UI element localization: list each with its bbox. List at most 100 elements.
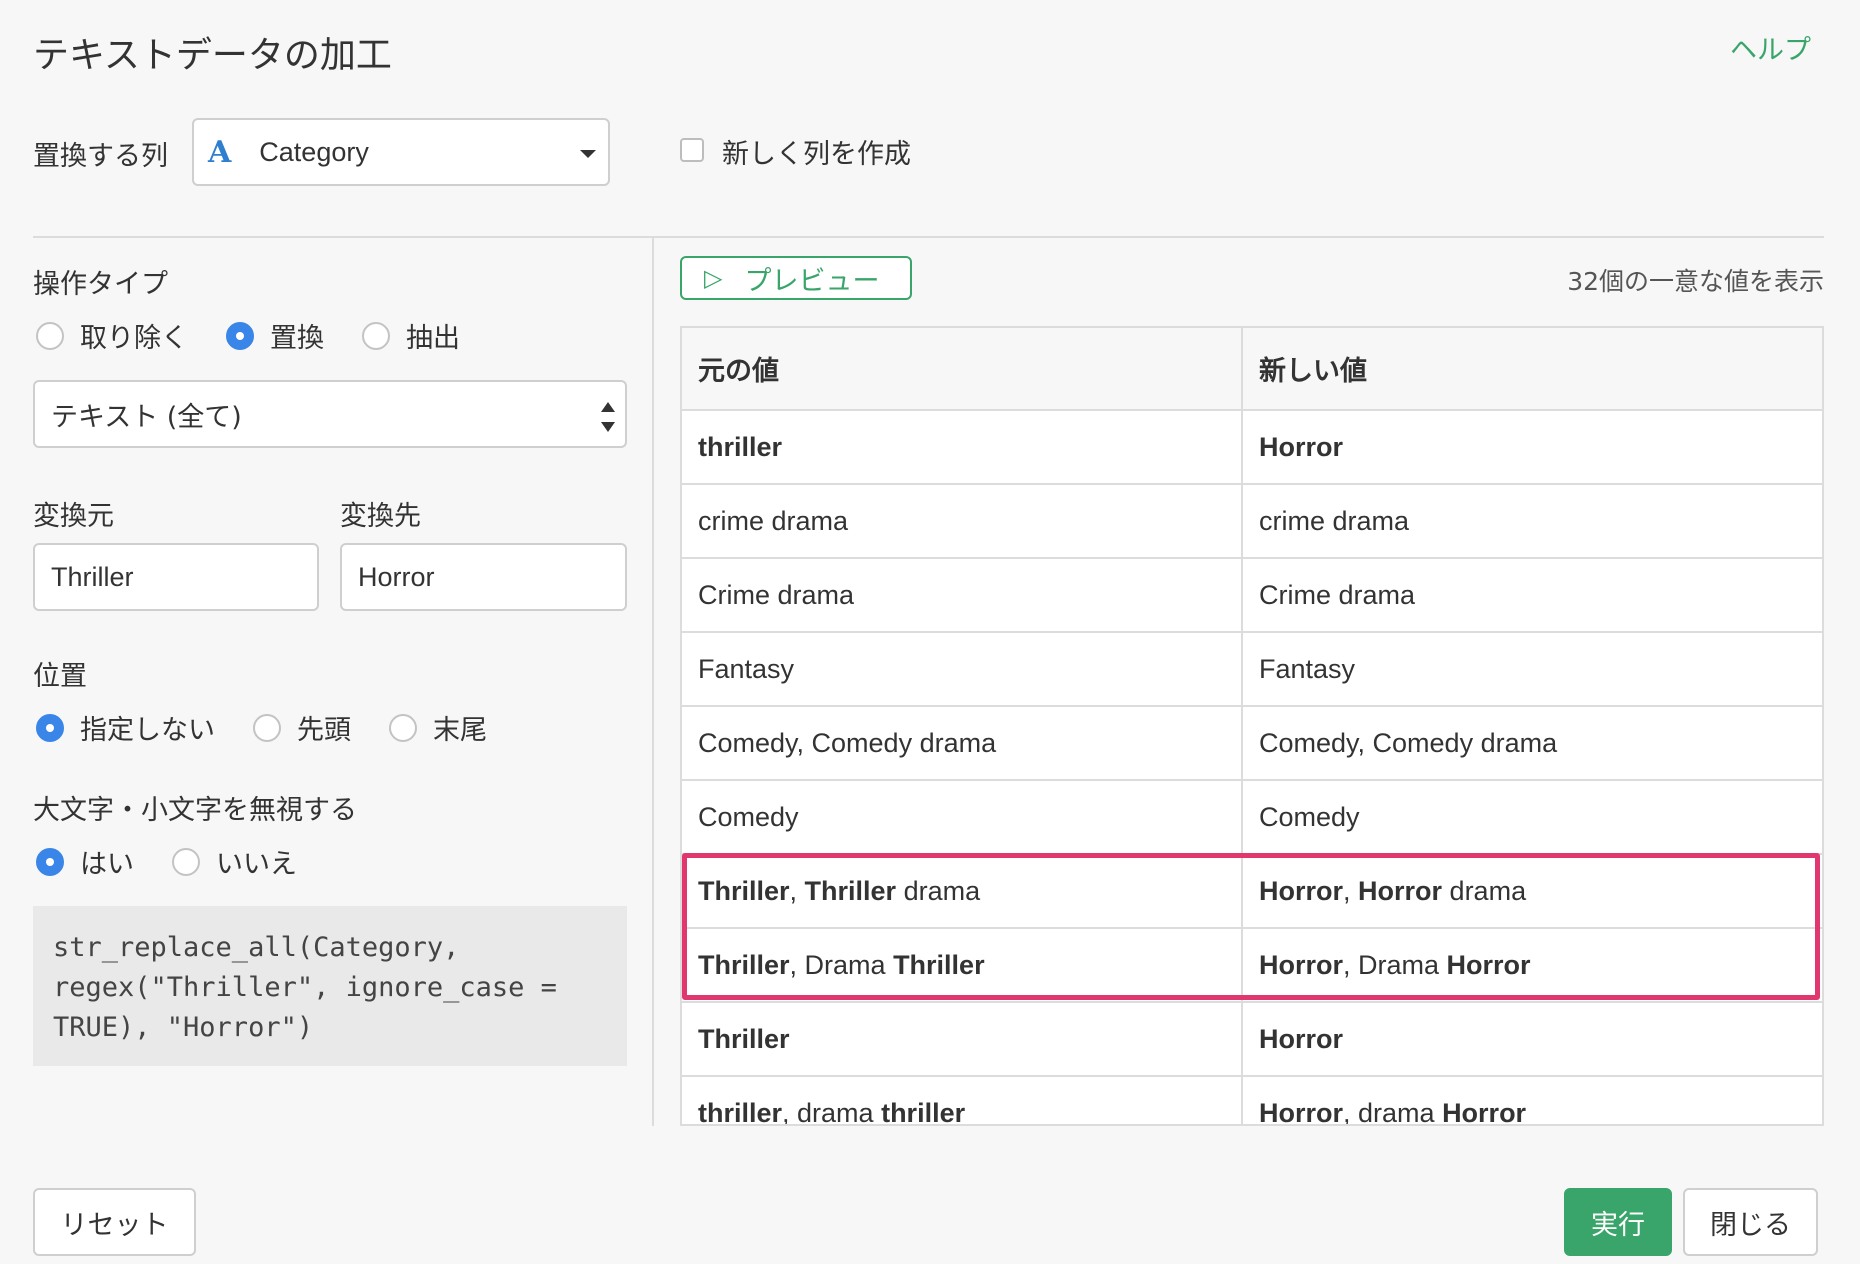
cell-text-segment: thriller	[881, 1097, 966, 1126]
cell-new-value: Horror, Horror drama	[1242, 854, 1822, 929]
table-row: thriller, drama thriller Horror, drama Ho…	[682, 1076, 1822, 1126]
preview-button[interactable]: ▷ プレビュー	[680, 256, 912, 300]
help-link[interactable]: ヘルプ	[1730, 28, 1811, 67]
cell-original-value: Thriller	[682, 1002, 1243, 1077]
cell-text-segment: , drama	[782, 1097, 882, 1126]
cell-original-value: Crime drama	[682, 558, 1243, 633]
cell-text-segment: , Drama	[1343, 949, 1447, 980]
table-row: Thriller, Drama Thriller Horror, Drama Ho…	[682, 928, 1822, 1003]
reset-button[interactable]: リセット	[33, 1188, 196, 1256]
close-button[interactable]: 閉じる	[1683, 1188, 1818, 1256]
cell-text-segment: , drama	[1343, 1097, 1443, 1126]
cell-new-value: Horror	[1242, 1002, 1822, 1077]
radio-button[interactable]	[253, 713, 281, 742]
cell-original-value: Comedy	[682, 780, 1243, 855]
cell-text-segment: Horror	[1259, 1023, 1344, 1054]
ignore-case-option-yes[interactable]: はい	[36, 842, 134, 881]
operation-option-replace[interactable]: 置換	[226, 316, 324, 355]
position-option-start[interactable]: 先頭	[253, 708, 351, 747]
cell-text-segment: Horror	[1446, 949, 1531, 980]
radio-button[interactable]	[36, 321, 64, 350]
operation-option-remove[interactable]: 取り除く	[36, 316, 188, 355]
replace-to-label: 変換先	[340, 501, 421, 532]
ignore-case-radio-group: はい いいえ	[36, 842, 335, 881]
column-select-value: Category	[259, 136, 369, 167]
cell-text-segment: drama	[896, 875, 981, 906]
position-radio-group: 指定しない 先頭 末尾	[36, 708, 525, 747]
cell-text-segment: Fantasy	[698, 653, 795, 684]
chevron-down-icon	[580, 150, 596, 158]
table-row: Comedy Comedy	[682, 780, 1822, 855]
run-button[interactable]: 実行	[1564, 1188, 1672, 1256]
generated-code: str_replace_all(Category, regex("Thriller…	[33, 906, 627, 1066]
table-row: Fantasy Fantasy	[682, 632, 1822, 707]
radio-button[interactable]	[362, 321, 390, 350]
cell-text-segment: Thriller	[804, 875, 897, 906]
cell-text-segment: Thriller	[698, 875, 790, 906]
cell-text-segment: Comedy	[1259, 801, 1360, 832]
cell-text-segment: ,	[789, 875, 805, 906]
cell-text-segment: Crime drama	[698, 579, 855, 610]
table-row: Comedy, Comedy drama Comedy, Comedy drama	[682, 706, 1822, 781]
column-header-new: 新しい値	[1242, 328, 1822, 411]
panel-divider	[652, 238, 654, 1126]
cell-text-segment: thriller	[698, 1097, 783, 1126]
cell-text-segment: Thriller	[698, 1023, 790, 1054]
position-option-none[interactable]: 指定しない	[36, 708, 215, 747]
cell-text-segment: Horror	[1259, 875, 1344, 906]
cell-new-value: crime drama	[1242, 484, 1822, 559]
table-row: Crime drama Crime drama	[682, 558, 1822, 633]
cell-new-value: Comedy, Comedy drama	[1242, 706, 1822, 781]
match-mode-select[interactable]: テキスト (全て)	[33, 380, 627, 448]
cell-text-segment: , Drama	[789, 949, 894, 980]
cell-text-segment: Thriller	[698, 949, 790, 980]
replace-from-input[interactable]: Thriller	[33, 543, 319, 611]
cell-text-segment: drama	[1442, 875, 1527, 906]
position-option-end[interactable]: 末尾	[389, 708, 487, 747]
replace-to-input[interactable]: Horror	[340, 543, 627, 611]
replace-from-label: 変換元	[33, 501, 114, 532]
dialog-title: テキストデータの加工	[33, 35, 392, 76]
cell-new-value: Crime drama	[1242, 558, 1822, 633]
cell-original-value: Comedy, Comedy drama	[682, 706, 1243, 781]
table-header-row: 元の値 新しい値	[682, 328, 1822, 411]
code-line: TRUE), "Horror")	[53, 1012, 314, 1043]
table-row: thriller Horror	[682, 410, 1822, 485]
operation-type-radio-group: 取り除く 置換 抽出	[36, 316, 498, 355]
radio-button-checked[interactable]	[36, 713, 64, 742]
radio-button-checked[interactable]	[36, 847, 64, 876]
cell-new-value: Comedy	[1242, 780, 1822, 855]
cell-original-value: Thriller, Thriller drama	[682, 854, 1243, 929]
cell-text-segment: Comedy, Comedy drama	[1259, 727, 1558, 758]
cell-new-value: Horror, drama Horror	[1242, 1076, 1822, 1126]
radio-button[interactable]	[172, 847, 200, 876]
cell-text-segment: crime drama	[698, 505, 849, 536]
preview-table: 元の値 新しい値 thriller Horror crime drama crime …	[680, 326, 1824, 1126]
divider	[33, 236, 1824, 238]
table-row: Thriller, Thriller drama Horror, Horror d…	[682, 854, 1822, 929]
match-mode-value: テキスト (全て)	[51, 401, 242, 433]
radio-button[interactable]	[389, 713, 417, 742]
operation-type-label: 操作タイプ	[33, 269, 168, 300]
cell-original-value: thriller, drama thriller	[682, 1076, 1243, 1126]
new-column-label: 新しく列を作成	[722, 139, 911, 170]
cell-text-segment: Horror	[1442, 1097, 1527, 1126]
ignore-case-option-no[interactable]: いいえ	[172, 842, 297, 881]
cell-text-segment: Horror	[1259, 1097, 1344, 1126]
column-select[interactable]: A Category	[192, 118, 610, 186]
select-arrows-icon	[601, 402, 615, 432]
cell-new-value: Horror	[1242, 410, 1822, 485]
text-type-icon: A	[208, 134, 232, 170]
column-header-original: 元の値	[682, 328, 1243, 411]
position-label: 位置	[33, 661, 87, 692]
operation-option-extract[interactable]: 抽出	[362, 316, 460, 355]
code-line: str_replace_all(Category,	[53, 932, 460, 963]
cell-new-value: Fantasy	[1242, 632, 1822, 707]
column-label: 置換する列	[33, 141, 168, 172]
cell-text-segment: Fantasy	[1259, 653, 1356, 684]
radio-button-checked[interactable]	[226, 321, 254, 350]
new-column-checkbox[interactable]	[680, 138, 704, 162]
cell-original-value: Fantasy	[682, 632, 1243, 707]
code-line: regex("Thriller", ignore_case =	[53, 972, 557, 1003]
table-row: Thriller Horror	[682, 1002, 1822, 1077]
